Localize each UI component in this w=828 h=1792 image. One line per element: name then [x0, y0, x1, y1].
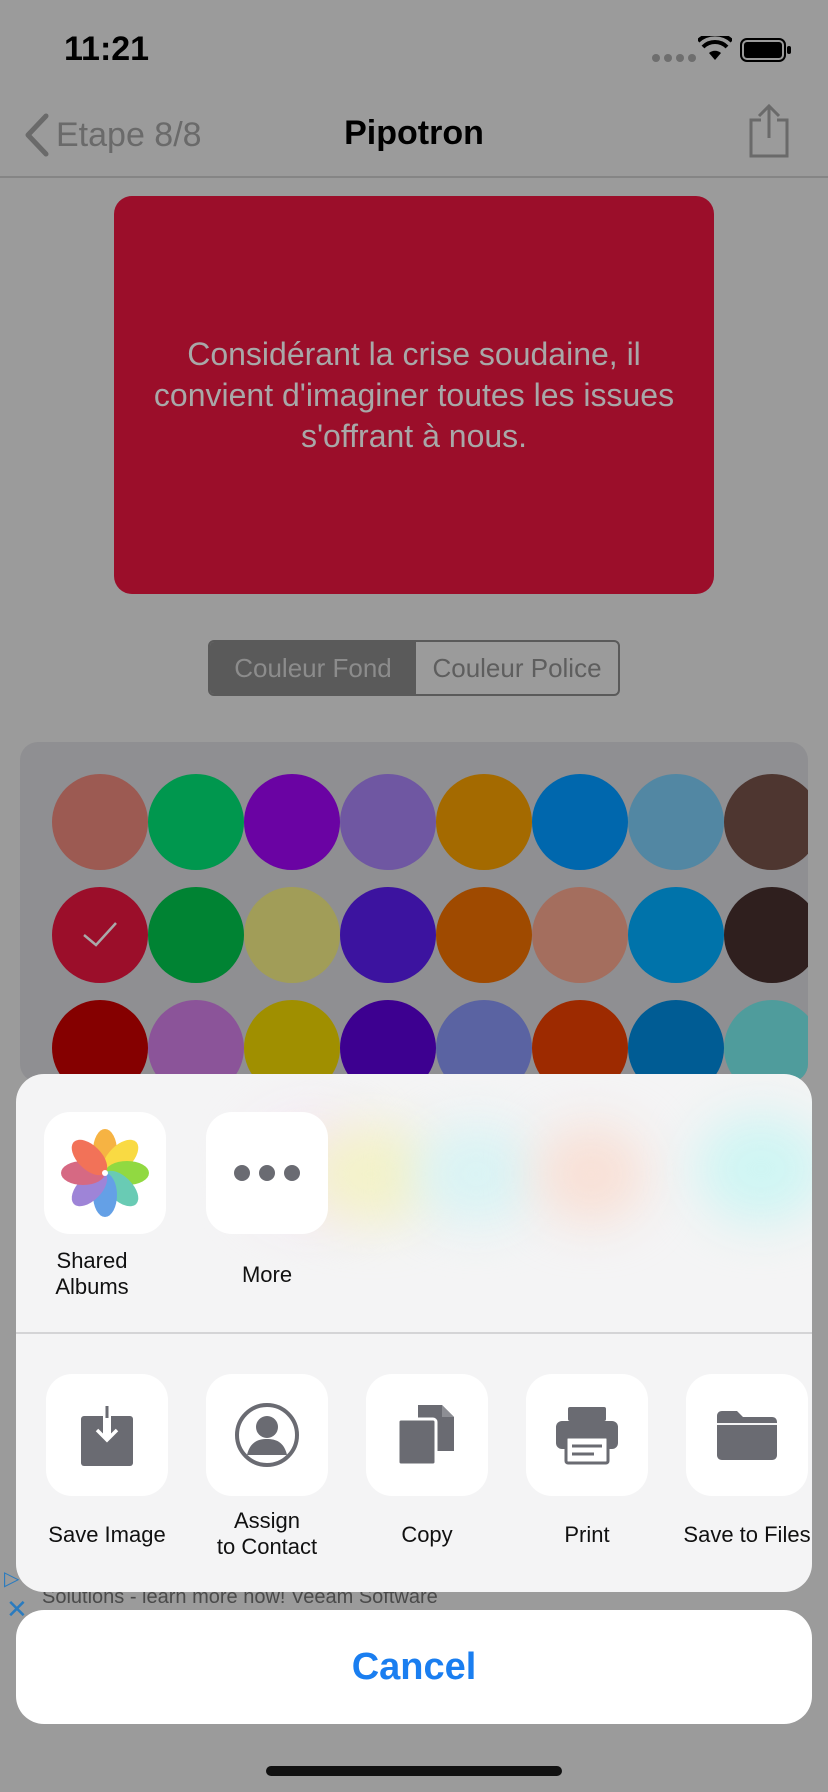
color-swatch[interactable]: [340, 1000, 436, 1082]
status-bar: 11:21: [0, 0, 828, 100]
share-app-row: Shared Albums More: [16, 1074, 812, 1332]
color-swatch[interactable]: [340, 887, 436, 983]
color-swatch[interactable]: [52, 774, 148, 870]
contact-icon: [235, 1403, 299, 1467]
color-swatch[interactable]: [628, 1000, 724, 1082]
wifi-icon: [698, 36, 732, 60]
print-button[interactable]: [526, 1374, 648, 1496]
segment-background-color[interactable]: Couleur Fond: [210, 642, 416, 694]
color-swatch[interactable]: [532, 774, 628, 870]
preview-card: Considérant la crise soudaine, il convie…: [114, 196, 714, 594]
color-swatch[interactable]: [148, 887, 244, 983]
more-apps-button[interactable]: [206, 1112, 328, 1234]
color-swatch[interactable]: [244, 887, 340, 983]
more-label: More: [241, 1262, 293, 1287]
home-indicator: [266, 1766, 562, 1776]
page-title: Pipotron: [344, 114, 484, 152]
color-palette: [20, 742, 808, 1082]
checkmark-icon: [83, 922, 117, 947]
copy-button[interactable]: [366, 1374, 488, 1496]
navigation-bar: Etape 8/8 Pipotron: [0, 100, 828, 178]
color-swatch[interactable]: [436, 1000, 532, 1082]
folder-icon: [717, 1411, 777, 1460]
print-label: Print: [564, 1522, 610, 1547]
segment-font-color[interactable]: Couleur Police: [416, 642, 618, 694]
save-to-files-label: Save to Files: [683, 1522, 811, 1547]
assign-to-contact-button[interactable]: [206, 1374, 328, 1496]
save-image-label: Save Image: [48, 1522, 166, 1547]
save-to-files-button[interactable]: [686, 1374, 808, 1496]
color-swatch[interactable]: [436, 774, 532, 870]
color-swatch[interactable]: [628, 887, 724, 983]
color-swatch[interactable]: [724, 774, 808, 870]
color-swatch[interactable]: [244, 1000, 340, 1082]
share-icon[interactable]: [744, 104, 794, 160]
copy-label: Copy: [401, 1522, 453, 1547]
more-icon: [234, 1165, 300, 1181]
color-mode-segmented-control[interactable]: Couleur Fond Couleur Police: [208, 640, 620, 696]
shared-albums-button[interactable]: [44, 1112, 166, 1234]
status-time: 11:21: [64, 30, 150, 68]
color-swatch[interactable]: [532, 1000, 628, 1082]
color-swatch[interactable]: [724, 1000, 808, 1082]
cancel-button[interactable]: Cancel: [16, 1610, 812, 1724]
copy-icon: [398, 1405, 454, 1467]
color-swatch[interactable]: [148, 1000, 244, 1082]
color-swatch[interactable]: [436, 887, 532, 983]
color-swatch[interactable]: [52, 1000, 148, 1082]
print-icon: [556, 1407, 618, 1465]
color-swatch[interactable]: [628, 774, 724, 870]
color-swatch[interactable]: [532, 887, 628, 983]
color-swatch[interactable]: [244, 774, 340, 870]
color-swatch[interactable]: [340, 774, 436, 870]
save-image-icon: [81, 1402, 133, 1466]
share-sheet-divider: [16, 1332, 812, 1334]
cellular-signal-icon: [652, 54, 696, 62]
color-swatch[interactable]: [148, 774, 244, 870]
preview-text: Considérant la crise soudaine, il convie…: [153, 335, 675, 454]
color-swatch[interactable]: [724, 887, 808, 983]
save-image-button[interactable]: [46, 1374, 168, 1496]
color-swatch[interactable]: [52, 887, 148, 983]
photos-icon: [61, 1129, 149, 1217]
battery-icon: [740, 38, 791, 62]
assign-to-contact-label: Assign to Contact: [216, 1508, 318, 1559]
shared-albums-label: Shared Albums: [55, 1248, 129, 1299]
share-sheet: Shared Albums More Save Image Assign to …: [16, 1074, 812, 1592]
